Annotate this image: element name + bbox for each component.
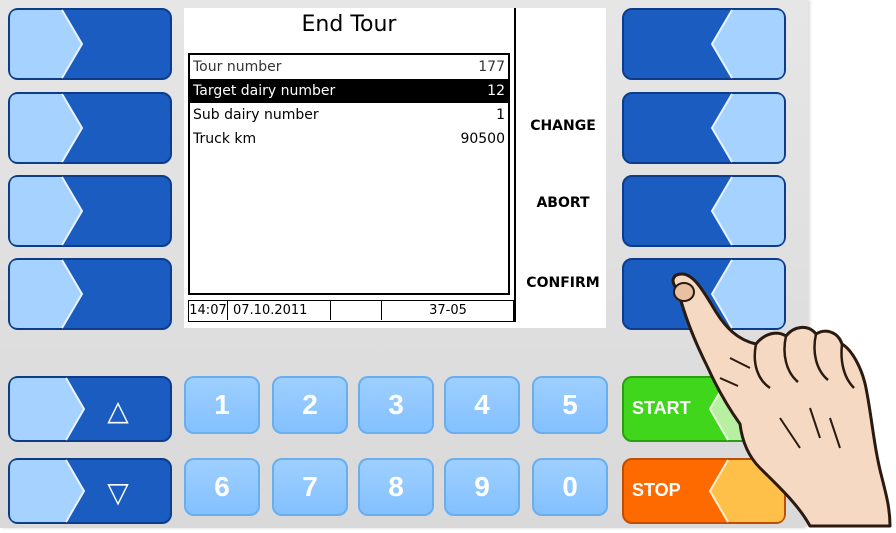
numkey-4[interactable]: 4 (444, 376, 520, 434)
row-value: 1 (496, 107, 505, 123)
numkey-8[interactable]: 8 (358, 458, 434, 516)
right-softkey-abort[interactable] (622, 175, 786, 247)
status-date: 07.10.2011 (229, 301, 331, 320)
down-arrow-icon: ▽ (107, 476, 129, 509)
pointing-hand-icon (660, 268, 892, 533)
numkey-7[interactable]: 7 (272, 458, 348, 516)
numkey-1[interactable]: 1 (184, 376, 260, 434)
list-row-sub-dairy-number[interactable]: Sub dairy number 1 (190, 103, 508, 127)
status-code: 37-05 (429, 303, 467, 318)
list-row-truck-km[interactable]: Truck km 90500 (190, 127, 508, 151)
row-label: Tour number (193, 59, 282, 75)
softkey-label-abort: ABORT (536, 195, 590, 211)
row-value: 12 (487, 83, 505, 99)
numkey-9[interactable]: 9 (444, 458, 520, 516)
numkey-5[interactable]: 5 (532, 376, 608, 434)
softkey-label-confirm: CONFIRM (526, 275, 600, 291)
left-softkey-1[interactable] (8, 8, 172, 80)
row-value: 90500 (460, 131, 505, 147)
right-softkey-change[interactable] (622, 92, 786, 164)
row-label: Sub dairy number (193, 107, 319, 123)
numkey-3[interactable]: 3 (358, 376, 434, 434)
arrow-down-key[interactable]: ▽ (8, 458, 172, 524)
right-softkey-1[interactable] (622, 8, 786, 80)
numkey-6[interactable]: 6 (184, 458, 260, 516)
softkey-label-change: CHANGE (530, 118, 596, 134)
row-label: Truck km (193, 131, 257, 147)
row-label: Target dairy number (193, 83, 336, 99)
list-row-target-dairy-number[interactable]: Target dairy number 12 (190, 79, 508, 103)
status-empty-cell (333, 301, 382, 320)
screen-divider (514, 8, 516, 322)
lcd-screen: End Tour Tour number 177 Target dairy nu… (184, 8, 606, 328)
numkey-2[interactable]: 2 (272, 376, 348, 434)
list-row-tour-number[interactable]: Tour number 177 (190, 55, 508, 79)
left-softkey-3[interactable] (8, 175, 172, 247)
screen-title: End Tour (301, 12, 397, 37)
left-softkey-4[interactable] (8, 258, 172, 330)
data-list: Tour number 177 Target dairy number 12 S… (188, 53, 510, 295)
left-softkey-2[interactable] (8, 92, 172, 164)
numkey-0[interactable]: 0 (532, 458, 608, 516)
status-bar: 14:07 07.10.2011 37-05 (188, 300, 514, 322)
status-time: 14:07 (189, 301, 228, 320)
arrow-up-key[interactable]: △ (8, 376, 172, 442)
row-value: 177 (478, 59, 505, 75)
up-arrow-icon: △ (107, 394, 129, 427)
